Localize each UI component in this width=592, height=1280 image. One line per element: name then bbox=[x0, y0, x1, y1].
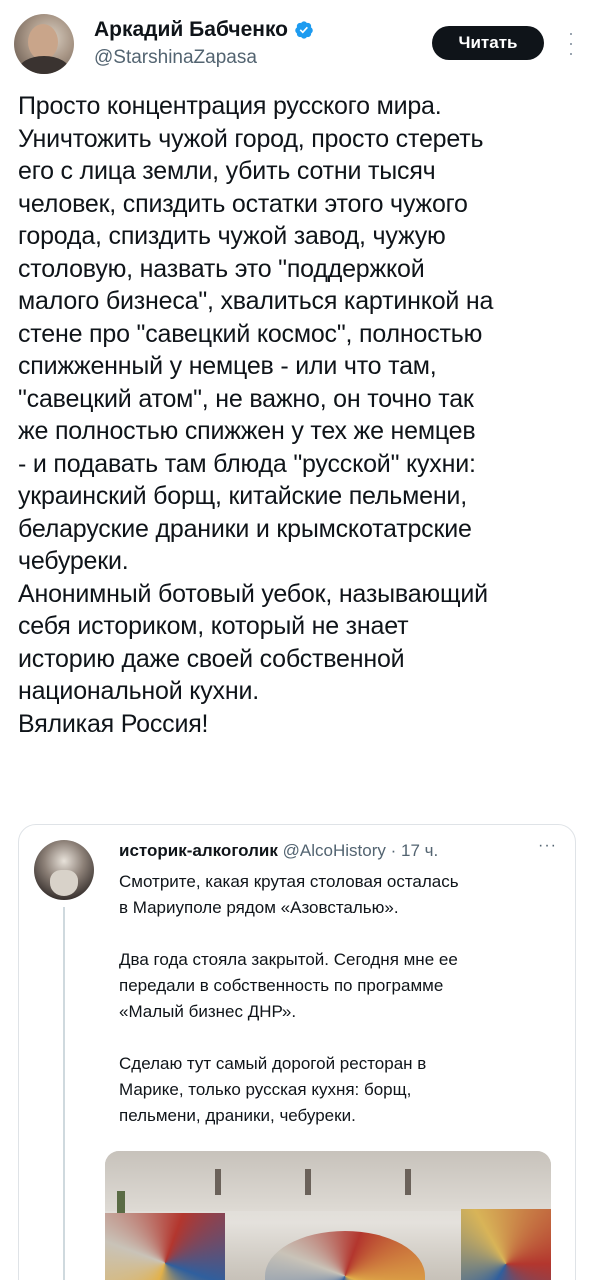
follow-button[interactable]: Читать bbox=[432, 26, 544, 60]
photo-ceiling bbox=[105, 1151, 551, 1211]
more-vertical-icon[interactable]: · · · bbox=[564, 24, 578, 62]
photo-mural bbox=[461, 1209, 551, 1280]
photo-lamp bbox=[305, 1169, 311, 1195]
more-horizontal-icon[interactable]: ··· bbox=[538, 837, 557, 855]
photo-mural bbox=[105, 1213, 225, 1280]
tweet-header: Аркадий Бабченко @StarshinaZapasa Читать… bbox=[14, 14, 578, 74]
quote-photo[interactable] bbox=[105, 1151, 551, 1280]
quote-author-avatar[interactable] bbox=[34, 840, 94, 900]
quote-text: Смотрите, какая крутая столовая осталась… bbox=[119, 872, 459, 1125]
quote-header: историк-алкоголик @AlcoHistory · 17 ч. bbox=[119, 841, 438, 861]
avatar-face bbox=[28, 24, 58, 60]
photo-mural bbox=[265, 1231, 425, 1280]
avatar-shirt bbox=[18, 56, 70, 74]
photo-lamp bbox=[405, 1169, 411, 1195]
author-handle[interactable]: @StarshinaZapasa bbox=[94, 47, 257, 69]
quote-time: · 17 ч. bbox=[390, 841, 439, 860]
quoted-tweet[interactable]: историк-алкоголик @AlcoHistory · 17 ч. ·… bbox=[18, 824, 576, 1280]
author-name[interactable]: Аркадий Бабченко bbox=[94, 18, 288, 42]
quote-author-handle[interactable]: @AlcoHistory bbox=[283, 841, 386, 860]
verified-badge-icon bbox=[295, 21, 313, 39]
quote-author-name[interactable]: историк-алкоголик bbox=[119, 841, 278, 860]
photo-lamp bbox=[215, 1169, 221, 1195]
author-name-row: Аркадий Бабченко bbox=[94, 18, 314, 42]
avatar-beard bbox=[50, 870, 78, 896]
author-avatar[interactable] bbox=[14, 14, 74, 74]
thread-line bbox=[63, 907, 65, 1280]
tweet-text: Просто концентрация русского мира. Уничт… bbox=[18, 92, 494, 738]
